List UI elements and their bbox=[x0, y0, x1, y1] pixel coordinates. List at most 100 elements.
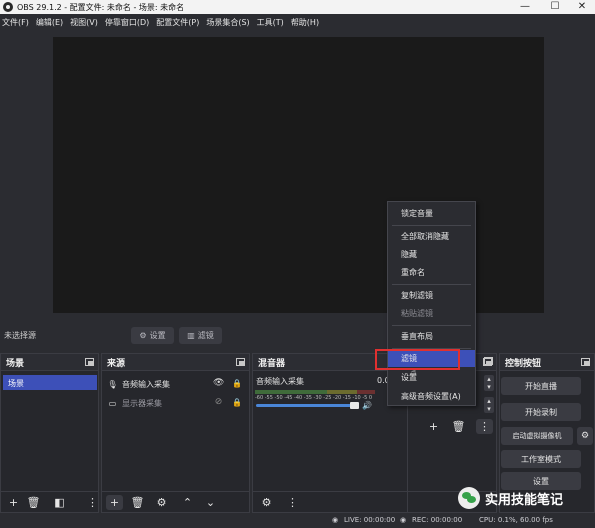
microphone-icon: 🎙 bbox=[107, 379, 118, 389]
undock-icon[interactable] bbox=[85, 358, 94, 366]
minimize-button[interactable]: — bbox=[510, 0, 540, 14]
gear-icon: ⚙ bbox=[580, 431, 590, 441]
menu-item-properties[interactable]: 设置 bbox=[388, 369, 475, 386]
duration-stepper[interactable]: ▴ ▾ bbox=[484, 375, 494, 391]
menu-item-vertical-layout[interactable]: 垂直布局 bbox=[388, 328, 475, 345]
context-menu: 锁定音量 全部取消隐藏 隐藏 重命名 复制滤镜 粘贴滤镜 垂直布局 滤镜 设置 … bbox=[387, 201, 476, 406]
source-filters-label: 滤镜 bbox=[197, 331, 214, 340]
filter-icon: ◧ bbox=[54, 496, 65, 509]
speaker-icon[interactable]: 🔊 bbox=[362, 401, 372, 410]
source-filters-button[interactable]: ▥ 滤镜 bbox=[179, 327, 222, 344]
chevron-down-icon: ⌄ bbox=[205, 496, 216, 509]
source-item-audio-input[interactable]: 🎙 音频输入采集 bbox=[107, 377, 248, 391]
remove-transition-button[interactable]: 🗑 bbox=[450, 419, 467, 434]
menu-profile[interactable]: 配置文件(P) bbox=[156, 17, 199, 28]
scenes-dock: 场景 场景 + 🗑 ◧ ⋮ bbox=[0, 353, 99, 513]
studio-mode-button[interactable]: 工作室模式 bbox=[501, 450, 581, 468]
menu-view[interactable]: 视图(V) bbox=[70, 17, 98, 28]
trash-icon: 🗑 bbox=[130, 496, 145, 509]
monitor-icon: ▭ bbox=[108, 398, 117, 408]
lock-icon[interactable]: 🔒 bbox=[232, 398, 242, 407]
visibility-eye-icon[interactable]: 👁 bbox=[213, 379, 224, 388]
menu-edit[interactable]: 编辑(E) bbox=[36, 17, 63, 28]
transition-more-button[interactable]: ⋮ bbox=[476, 419, 493, 434]
chevron-up-icon: ⌃ bbox=[182, 496, 193, 509]
controls-dock-header: 控制按钮 bbox=[500, 354, 594, 371]
move-source-up-button[interactable]: ⌃ bbox=[179, 495, 196, 510]
menu-docks[interactable]: 停靠窗口(D) bbox=[105, 17, 149, 28]
obs-logo-icon bbox=[3, 2, 13, 12]
start-streaming-button[interactable]: 开始直播 bbox=[501, 377, 581, 395]
close-button[interactable]: ✕ bbox=[567, 0, 595, 14]
transition-stepper[interactable]: ▴ ▾ bbox=[484, 397, 494, 413]
rec-timer: REC: 00:00:00 bbox=[412, 516, 463, 524]
menu-tools[interactable]: 工具(T) bbox=[257, 17, 284, 28]
add-scene-button[interactable]: + bbox=[5, 495, 22, 510]
scene-filters-button[interactable]: ◧ bbox=[51, 495, 68, 510]
scenes-dock-footer: + 🗑 ◧ ⋮ bbox=[1, 491, 98, 512]
menu-item-rename[interactable]: 重命名 bbox=[388, 264, 475, 281]
source-properties-footer-button[interactable]: ⚙ bbox=[153, 495, 170, 510]
menu-item-lock-volume[interactable]: 锁定音量 bbox=[388, 205, 475, 222]
scenes-dock-header: 场景 bbox=[1, 354, 98, 371]
source-properties-label: 设置 bbox=[149, 331, 166, 340]
plus-icon: + bbox=[428, 420, 439, 433]
filter-icon: ▥ bbox=[187, 331, 195, 340]
add-source-button[interactable]: + bbox=[106, 495, 123, 510]
wechat-logo-icon bbox=[458, 487, 480, 509]
menu-item-paste-filters[interactable]: 粘贴滤镜 bbox=[388, 305, 475, 322]
sources-dock-header: 来源 bbox=[102, 354, 249, 371]
menu-scene-collection[interactable]: 场景集合(S) bbox=[206, 17, 249, 28]
lock-icon[interactable]: 🔒 bbox=[232, 379, 242, 388]
volume-meter bbox=[255, 390, 375, 394]
sources-dock-footer: + 🗑 ⚙ ⌃ ⌄ bbox=[102, 491, 249, 512]
remove-source-button[interactable]: 🗑 bbox=[129, 495, 146, 510]
live-status-icon: ◉ bbox=[332, 516, 339, 524]
menu-item-copy-filters[interactable]: 复制滤镜 bbox=[388, 287, 475, 304]
add-transition-button[interactable]: + bbox=[425, 419, 442, 434]
move-source-down-button[interactable]: ⌄ bbox=[202, 495, 219, 510]
trash-icon: 🗑 bbox=[451, 420, 466, 433]
window-title: OBS 29.1.2 - 配置文件: 未命名 - 场景: 未命名 bbox=[17, 2, 185, 12]
source-toolbar: 未选择源 ⚙ 设置 ▥ 滤镜 bbox=[0, 322, 595, 347]
scene-more-button[interactable]: ⋮ bbox=[84, 495, 101, 510]
mixer-more-button[interactable]: ⋮ bbox=[284, 495, 301, 510]
gear-icon: ⚙ bbox=[139, 331, 147, 340]
mixer-dock-title: 混音器 bbox=[258, 358, 286, 369]
undock-icon[interactable] bbox=[236, 358, 245, 366]
menu-bar: 文件(F) 编辑(E) 视图(V) 停靠窗口(D) 配置文件(P) 场景集合(S… bbox=[0, 14, 595, 31]
controls-dock-title: 控制按钮 bbox=[505, 358, 542, 369]
start-virtual-camera-button[interactable]: 启动虚拟摄像机 bbox=[501, 427, 573, 445]
start-recording-button[interactable]: 开始录制 bbox=[501, 403, 581, 421]
menu-separator bbox=[392, 325, 471, 326]
hidden-eye-icon[interactable]: ⊘ bbox=[213, 398, 224, 407]
status-bar: ◉ LIVE: 00:00:00 ◉ REC: 00:00:00 CPU: 0.… bbox=[0, 513, 595, 528]
plus-icon: + bbox=[109, 496, 120, 509]
remove-scene-button[interactable]: 🗑 bbox=[25, 495, 42, 510]
menu-help[interactable]: 帮助(H) bbox=[291, 17, 319, 28]
more-vertical-icon: ⋮ bbox=[287, 496, 298, 509]
menu-item-hide[interactable]: 隐藏 bbox=[388, 246, 475, 263]
sources-dock-title: 来源 bbox=[107, 358, 126, 369]
cpu-fps-readout: CPU: 0.1%, 60.00 fps bbox=[479, 516, 553, 524]
volume-slider[interactable] bbox=[256, 402, 359, 409]
source-properties-button[interactable]: ⚙ 设置 bbox=[131, 327, 174, 344]
virtual-camera-settings-button[interactable]: ⚙ bbox=[577, 427, 593, 445]
menu-item-unhide-all[interactable]: 全部取消隐藏 bbox=[388, 228, 475, 245]
wechat-watermark: 实用技能笔记 bbox=[458, 487, 563, 509]
menu-item-advanced-audio[interactable]: 高级音频设置(A) bbox=[388, 388, 475, 405]
menu-file[interactable]: 文件(F) bbox=[2, 17, 29, 28]
mixer-settings-button[interactable]: ⚙ bbox=[258, 495, 275, 510]
undock-icon[interactable] bbox=[484, 357, 493, 365]
live-timer: LIVE: 00:00:00 bbox=[344, 516, 396, 524]
gear-icon: ⚙ bbox=[156, 496, 167, 509]
scene-list-item[interactable]: 场景 bbox=[3, 375, 97, 390]
maximize-button[interactable]: ☐ bbox=[540, 0, 570, 14]
highlight-annotation-box bbox=[375, 349, 460, 370]
no-source-selected-label: 未选择源 bbox=[4, 331, 36, 340]
volume-slider-knob[interactable] bbox=[350, 402, 359, 409]
plus-icon: + bbox=[8, 496, 19, 509]
undock-icon[interactable] bbox=[581, 358, 590, 366]
volume-meter-ticks: -60 -55 -50 -45 -40 -35 -30 -25 -20 -15 … bbox=[255, 395, 373, 401]
source-item-display-capture[interactable]: ▭ 显示器采集 bbox=[108, 396, 248, 410]
